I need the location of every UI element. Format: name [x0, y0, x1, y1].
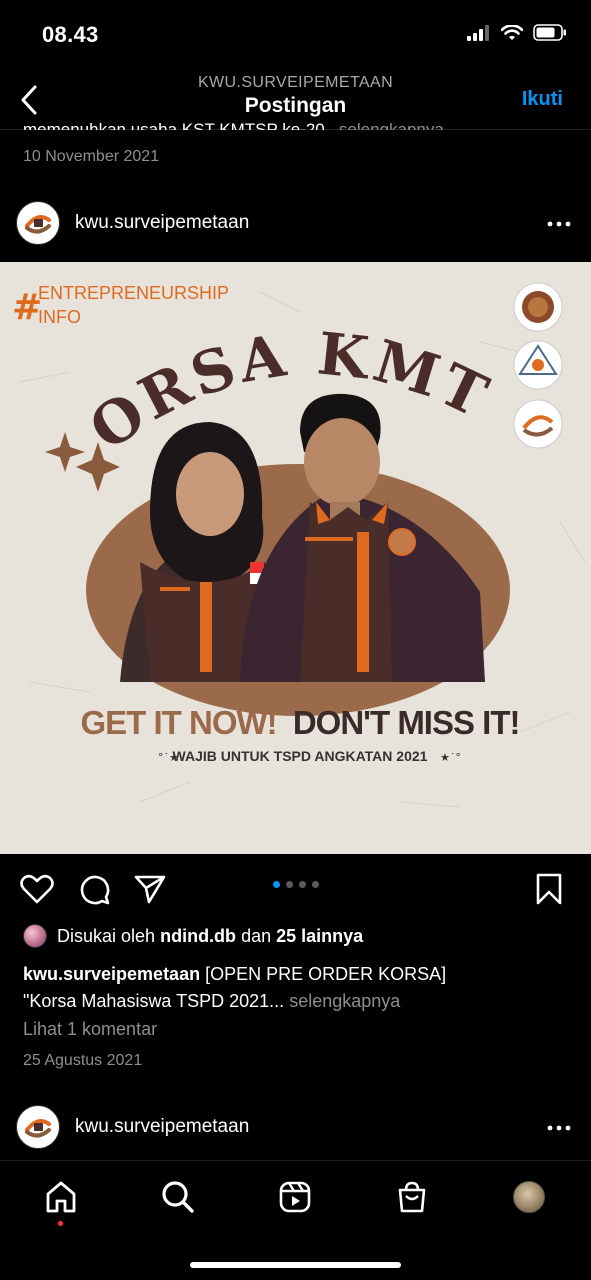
search-icon: [162, 1181, 194, 1213]
comment-icon: [80, 875, 110, 905]
previous-caption-text: memenuhkan usaha KST KMTSP ke-20..: [23, 120, 339, 130]
tab-profile[interactable]: [509, 1177, 549, 1217]
kwu-logo-icon: [21, 206, 55, 240]
subline-star-right: ★˙°: [440, 751, 461, 764]
cta-text: GET IT NOW! DON'T MISS IT!: [81, 704, 520, 741]
action-row: [0, 866, 591, 910]
caption-text: [OPEN PRE ORDER KORSA]: [200, 964, 447, 984]
carousel-indicator: [0, 881, 591, 888]
home-icon: [46, 1181, 76, 1213]
save-button[interactable]: [532, 872, 566, 906]
carousel-dot: [311, 881, 319, 888]
likes-connector: dan: [241, 925, 272, 946]
next-post-header: kwu.surveipemetaan: [0, 1100, 591, 1156]
likes-prefix: Disukai oleh: [57, 925, 156, 946]
liker-avatar: [23, 924, 47, 948]
status-bar: 08.43: [0, 0, 591, 70]
logo-badge-1: [513, 282, 563, 332]
post-artwork: KORSA KMTSP # ENTREPRENEURSHIP INFO GET …: [0, 262, 591, 854]
profile-avatar: [513, 1181, 545, 1213]
post-header: kwu.surveipemetaan: [0, 196, 591, 252]
next-post-avatar[interactable]: [16, 1105, 60, 1149]
more-horizontal-icon: [547, 1125, 571, 1131]
tab-shop[interactable]: [392, 1177, 432, 1217]
likes-user[interactable]: ndind.db: [160, 926, 236, 947]
shop-icon: [398, 1181, 426, 1213]
kwu-logo-icon: [21, 1110, 55, 1144]
like-button[interactable]: [20, 872, 54, 906]
caption-text-2: "Korsa Mahasiswa TSPD 2021...: [23, 991, 290, 1011]
send-icon: [134, 875, 166, 904]
share-button[interactable]: [133, 872, 167, 906]
post-options-button[interactable]: [547, 212, 571, 236]
subline-text: WAJIB UNTUK TSPD ANGKATAN 2021: [173, 748, 428, 764]
carousel-dot: [298, 881, 306, 888]
view-comments-link[interactable]: Lihat 1 komentar: [23, 1019, 157, 1040]
tab-home[interactable]: [41, 1177, 81, 1217]
post-caption[interactable]: kwu.surveipemetaan [OPEN PRE ORDER KORSA…: [23, 961, 571, 1015]
tag-line-2: INFO: [38, 307, 81, 327]
previous-post-caption[interactable]: memenuhkan usaha KST KMTSP ke-20.. selen…: [23, 116, 563, 130]
more-horizontal-icon: [547, 221, 571, 227]
follow-button[interactable]: Ikuti: [522, 88, 563, 111]
carousel-dot: [285, 881, 293, 888]
next-post-options-button[interactable]: [547, 1116, 571, 1140]
signal-icon: [467, 24, 489, 41]
nav-subtitle: KWU.SURVEIPEMETAAN: [197, 74, 394, 91]
wifi-icon: [501, 24, 523, 40]
bookmark-icon: [536, 873, 562, 905]
previous-caption-more[interactable]: selengkapnya: [339, 120, 444, 130]
tab-reels[interactable]: [275, 1177, 315, 1217]
post-image[interactable]: KORSA KMTSP # ENTREPRENEURSHIP INFO GET …: [0, 262, 591, 854]
post-avatar[interactable]: [16, 201, 60, 245]
tab-search[interactable]: [158, 1177, 198, 1217]
logo-badge-3: [513, 399, 563, 449]
notification-dot: [58, 1221, 63, 1226]
logo-badge-2: [513, 340, 563, 390]
tag-line-1: ENTREPRENEURSHIP: [38, 283, 229, 303]
comment-button[interactable]: [77, 872, 111, 906]
bottom-tab-bar: [0, 1160, 591, 1280]
status-time: 08.43: [42, 22, 99, 47]
caption-username[interactable]: kwu.surveipemetaan: [23, 964, 200, 984]
battery-icon: [533, 24, 566, 41]
post-date: 25 Agustus 2021: [23, 1052, 143, 1069]
home-indicator: [190, 1262, 401, 1268]
previous-post-date: 10 November 2021: [23, 148, 160, 165]
post-username[interactable]: kwu.surveipemetaan: [75, 212, 249, 234]
carousel-dot: [272, 881, 280, 888]
status-icons: [467, 24, 567, 41]
likes-others[interactable]: 25 lainnya: [276, 926, 363, 947]
next-post-username[interactable]: kwu.surveipemetaan: [75, 1116, 249, 1138]
reels-icon: [279, 1181, 311, 1213]
page-title: Postingan: [244, 94, 347, 117]
likes-row[interactable]: Disukai oleh ndind.db dan 25 lainnya: [23, 924, 363, 948]
heart-icon: [20, 874, 54, 904]
caption-more-link[interactable]: selengkapnya: [289, 991, 400, 1011]
